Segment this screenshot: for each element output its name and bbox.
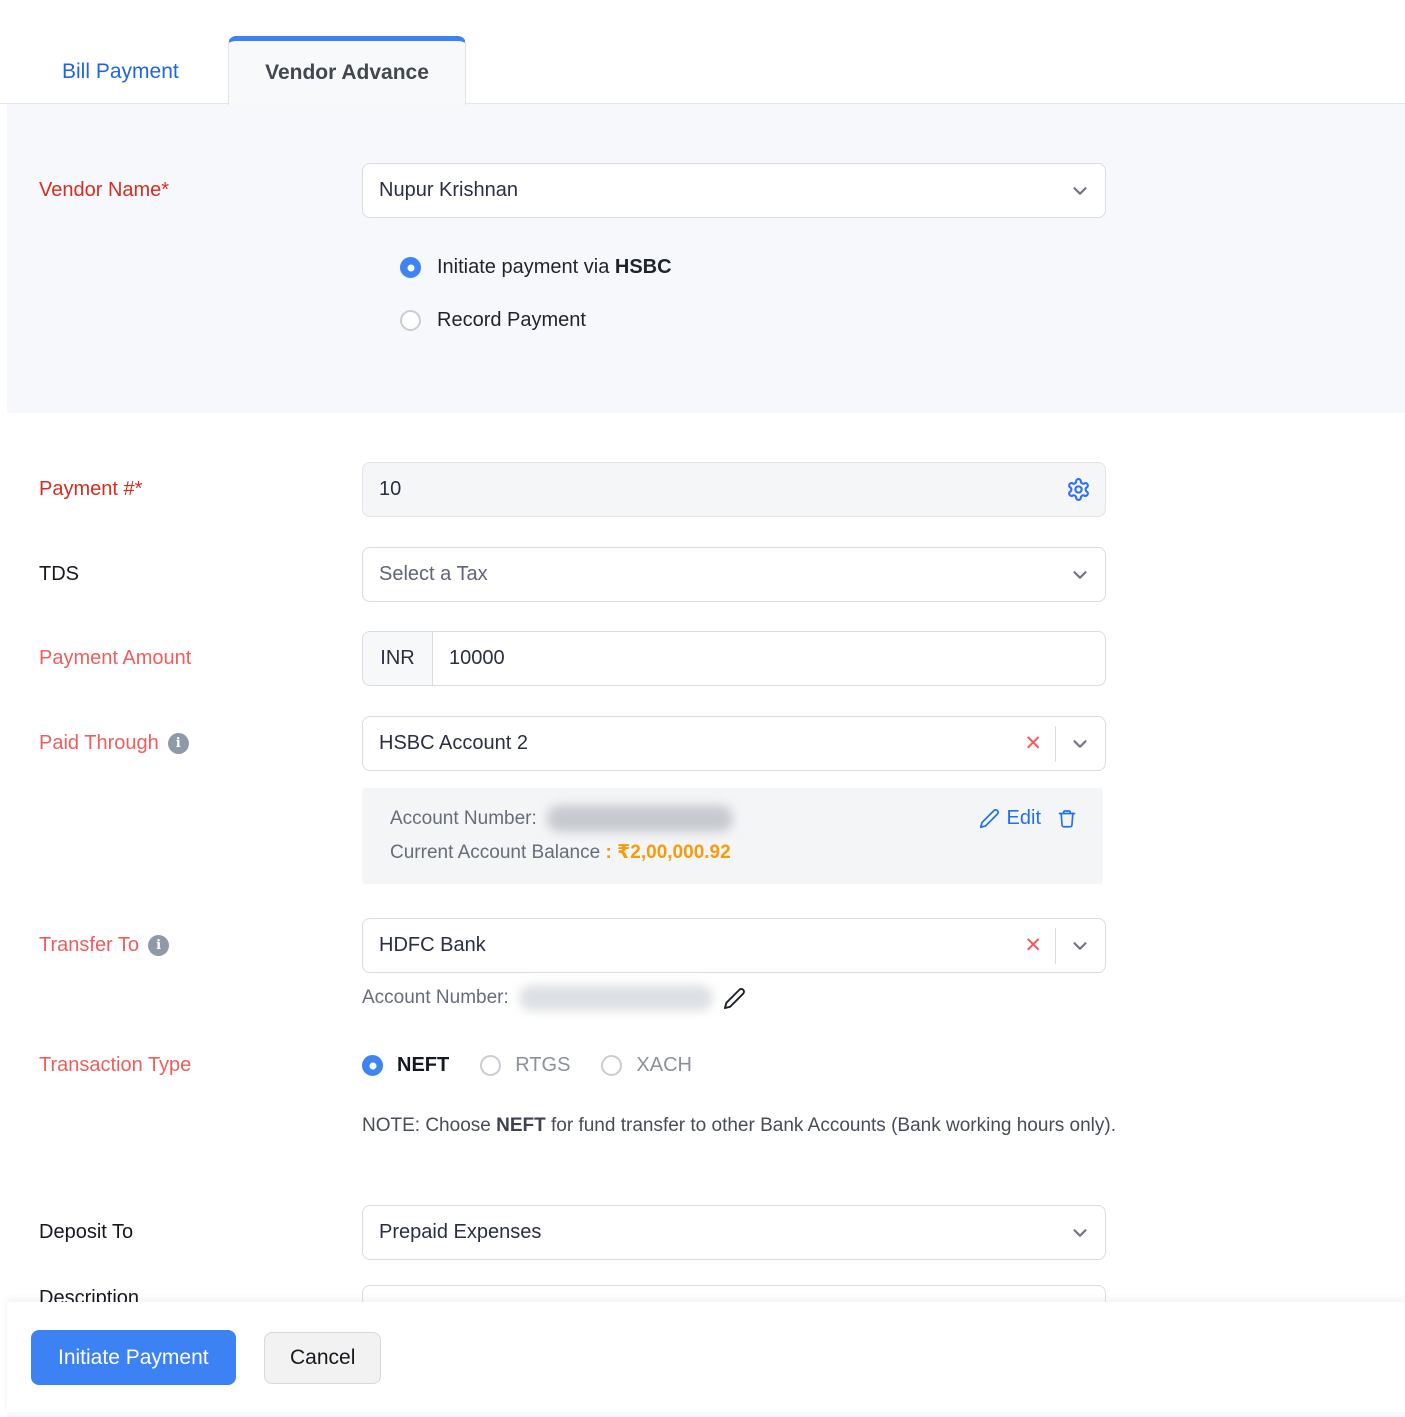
vendor-payment-form: Bill Payment Vendor Advance Vendor Name*… — [0, 0, 1405, 1417]
rtgs-radio[interactable] — [480, 1055, 501, 1076]
chevron-down-icon[interactable] — [1069, 564, 1091, 586]
initiate-payment-radio[interactable] — [400, 257, 421, 278]
payment-mode-record-option[interactable]: Record Payment — [400, 309, 1405, 332]
transfer-to-select[interactable]: HDFC Bank ✕ — [362, 918, 1106, 973]
chevron-down-icon[interactable] — [1069, 733, 1091, 755]
rtgs-label: RTGS — [515, 1054, 570, 1077]
tds-placeholder: Select a Tax — [363, 563, 488, 586]
paid-through-value: HSBC Account 2 — [363, 732, 528, 755]
payment-details-section: Payment #* 10 TDS Select a Tax — [7, 462, 1405, 1340]
vendor-name-value: Nupur Krishnan — [363, 179, 518, 202]
neft-note: NOTE: Choose NEFT for fund transfer to o… — [362, 1115, 1405, 1137]
info-icon[interactable]: i — [168, 733, 189, 754]
masked-account-number — [547, 805, 733, 832]
vendor-section: Vendor Name* Nupur Krishnan Initiate pay… — [7, 104, 1405, 413]
transaction-type-rtgs-option[interactable]: RTGS — [480, 1054, 570, 1077]
balance-separator: : — [605, 842, 611, 863]
form-footer: Initiate Payment Cancel — [7, 1302, 1405, 1412]
chevron-down-icon[interactable] — [1069, 1222, 1091, 1244]
neft-label: NEFT — [397, 1054, 449, 1077]
tab-bill-payment[interactable]: Bill Payment — [62, 60, 179, 84]
payment-number-value: 10 — [363, 478, 401, 501]
tab-vendor-advance-label: Vendor Advance — [265, 61, 429, 85]
info-icon[interactable]: i — [148, 935, 169, 956]
payment-amount-input[interactable]: INR 10000 — [362, 631, 1106, 686]
paid-through-account-panel: Account Number: Edit Current A — [362, 788, 1103, 884]
neft-radio[interactable] — [362, 1055, 383, 1076]
trash-icon[interactable] — [1057, 808, 1077, 829]
payment-amount-value: 10000 — [433, 647, 505, 670]
tab-vendor-advance[interactable]: Vendor Advance — [228, 36, 466, 105]
cancel-button[interactable]: Cancel — [264, 1332, 381, 1384]
masked-account-number — [519, 985, 713, 1011]
deposit-to-select[interactable]: Prepaid Expenses — [362, 1205, 1106, 1260]
transaction-type-xach-option[interactable]: XACH — [601, 1054, 692, 1077]
payment-number-input[interactable]: 10 — [362, 462, 1106, 517]
record-payment-radio[interactable] — [400, 310, 421, 331]
clear-x-icon[interactable]: ✕ — [1024, 935, 1042, 956]
paid-through-label: Paid Through i — [39, 732, 362, 755]
paid-through-select[interactable]: HSBC Account 2 ✕ — [362, 716, 1106, 771]
initiate-payment-label: Initiate payment via HSBC — [437, 256, 672, 279]
transaction-type-label: Transaction Type — [39, 1054, 362, 1077]
edit-label: Edit — [1007, 807, 1041, 830]
payment-number-label: Payment #* — [39, 478, 362, 501]
deposit-to-value: Prepaid Expenses — [363, 1221, 541, 1244]
divider — [1055, 726, 1056, 762]
edit-account-link[interactable]: Edit — [979, 807, 1041, 830]
currency-chip: INR — [363, 632, 433, 685]
initiate-payment-button[interactable]: Initiate Payment — [31, 1330, 236, 1385]
divider — [1055, 928, 1056, 964]
transfer-to-label: Transfer To i — [39, 934, 362, 957]
transfer-account-line: Account Number: — [362, 985, 1405, 1011]
xach-radio[interactable] — [601, 1055, 622, 1076]
deposit-to-label: Deposit To — [39, 1221, 362, 1244]
tab-bar: Bill Payment Vendor Advance — [0, 0, 1405, 104]
balance-label: Current Account Balance — [390, 842, 600, 863]
vendor-name-label: Vendor Name* — [39, 179, 362, 202]
transfer-to-value: HDFC Bank — [363, 934, 486, 957]
vendor-name-select[interactable]: Nupur Krishnan — [362, 163, 1106, 218]
bottom-strip — [7, 1412, 1405, 1417]
chevron-down-icon[interactable] — [1069, 180, 1091, 202]
chevron-down-icon[interactable] — [1069, 935, 1091, 957]
tds-label: TDS — [39, 563, 362, 586]
pencil-icon — [979, 808, 1000, 829]
payment-mode-initiate-option[interactable]: Initiate payment via HSBC — [400, 256, 1405, 279]
pencil-icon[interactable] — [723, 987, 746, 1010]
transaction-type-neft-option[interactable]: NEFT — [362, 1054, 449, 1077]
payment-amount-label: Payment Amount — [39, 647, 362, 670]
account-number-label: Account Number: — [362, 987, 509, 1009]
gear-icon[interactable] — [1066, 477, 1091, 502]
balance-value: ₹2,00,000.92 — [617, 842, 731, 863]
record-payment-label: Record Payment — [437, 309, 586, 332]
tds-select[interactable]: Select a Tax — [362, 547, 1106, 602]
account-number-label: Account Number: — [390, 808, 537, 830]
xach-label: XACH — [636, 1054, 692, 1077]
clear-x-icon[interactable]: ✕ — [1024, 733, 1042, 754]
